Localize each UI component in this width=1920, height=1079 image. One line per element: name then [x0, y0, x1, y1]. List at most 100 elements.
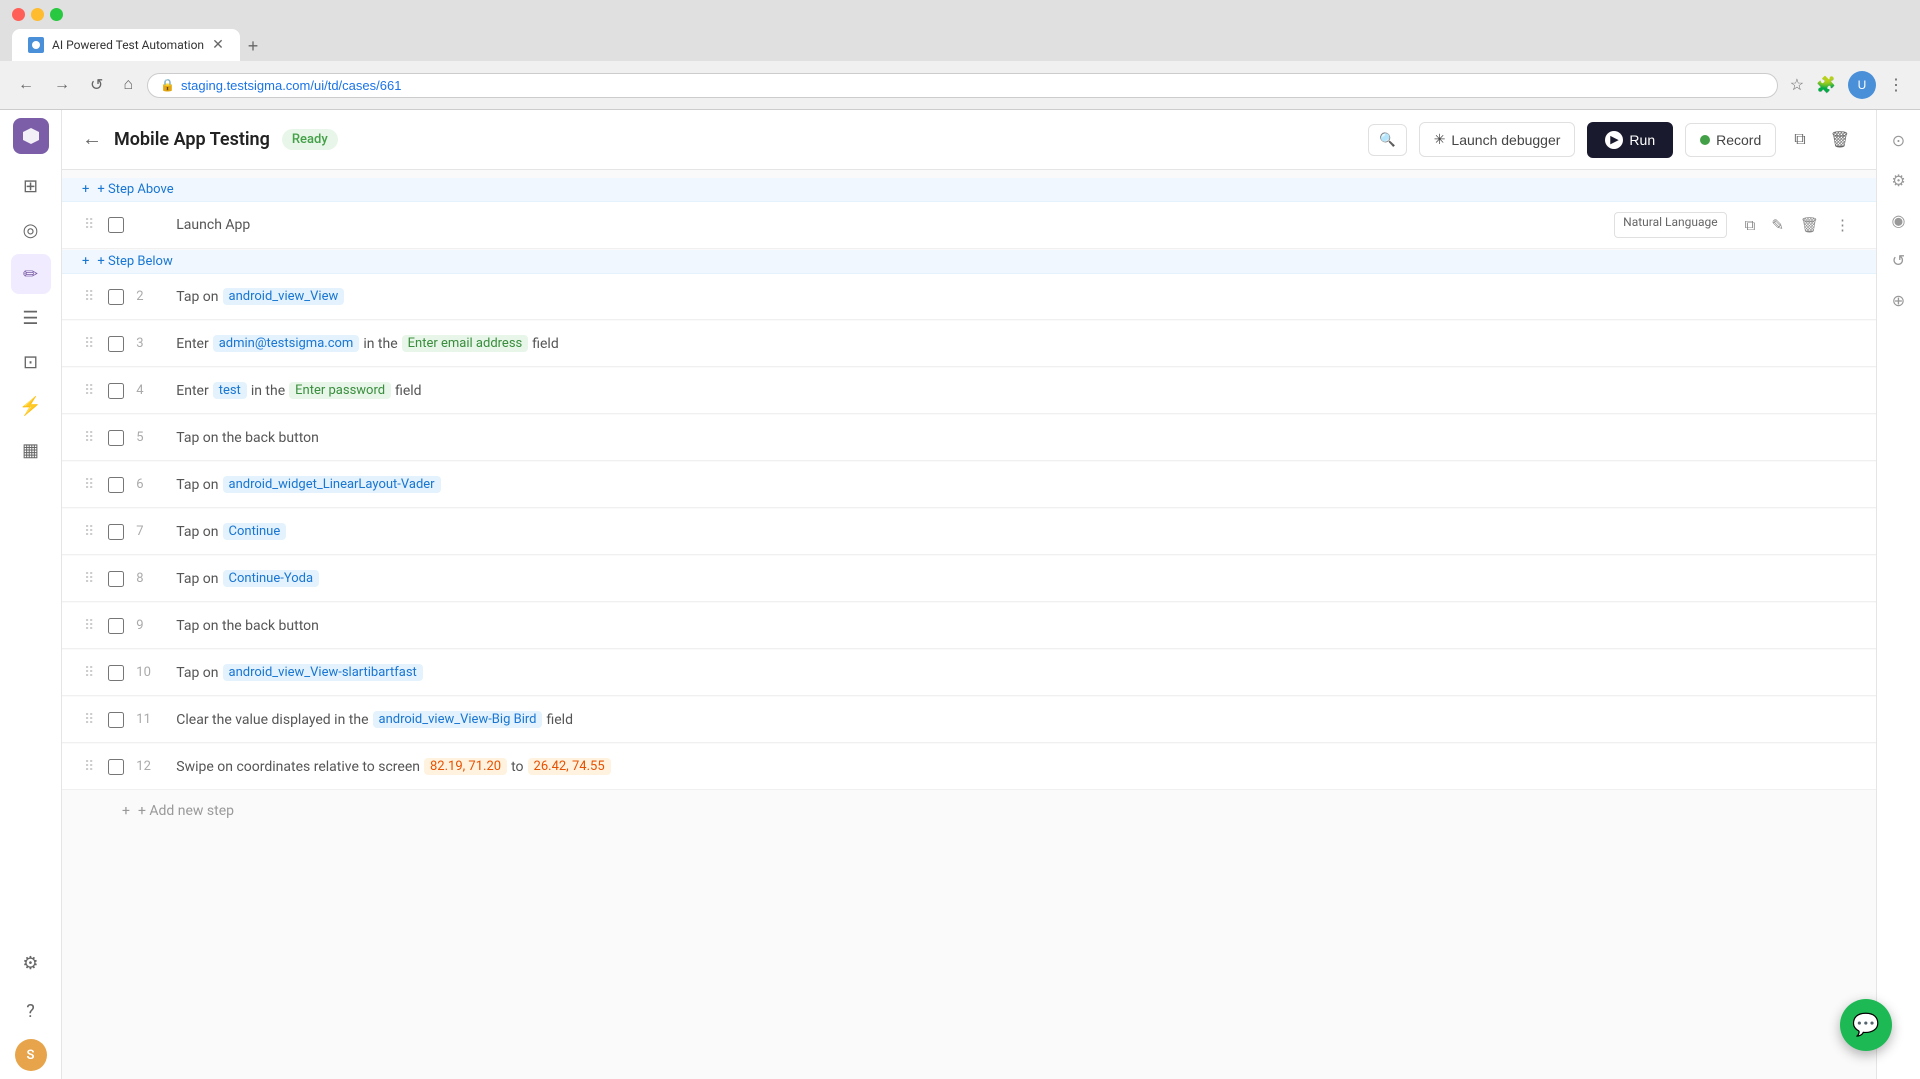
- page-title: Mobile App Testing: [114, 129, 270, 150]
- app-logo[interactable]: [13, 118, 49, 154]
- right-panel-btn-4[interactable]: ↺: [1881, 242, 1917, 278]
- step-checkbox[interactable]: [108, 383, 124, 399]
- minimize-button[interactable]: [31, 8, 44, 21]
- user-avatar-sidebar[interactable]: S: [15, 1039, 47, 1071]
- sidebar-item-lightning[interactable]: ⚡: [11, 386, 51, 426]
- step-checkbox[interactable]: [108, 477, 124, 493]
- step-checkbox[interactable]: [108, 618, 124, 634]
- step-text: Tap on the back button: [176, 430, 319, 446]
- trash-icon: 🗑: [1830, 132, 1850, 149]
- table-row: ⠿ 12 Swipe on coordinates relative to sc…: [62, 744, 1876, 790]
- extension-icon[interactable]: 🧩: [1812, 67, 1840, 103]
- step-more-button[interactable]: ⋮: [1829, 212, 1856, 238]
- launch-debugger-button[interactable]: ✳ Launch debugger: [1419, 122, 1576, 157]
- explore-icon: ◎: [23, 220, 39, 241]
- step-number: 10: [136, 665, 164, 680]
- sidebar-item-chart[interactable]: ▦: [11, 430, 51, 470]
- right-panel-btn-1[interactable]: ⊙: [1881, 122, 1917, 158]
- step-text: Tap on the back button: [176, 618, 319, 634]
- drag-handle-icon[interactable]: ⠿: [82, 710, 96, 730]
- run-button[interactable]: ▶ Run: [1587, 122, 1673, 158]
- step-content: Tap on android_widget_LinearLayout-Vader: [176, 476, 1856, 493]
- profile-icon[interactable]: U: [1844, 67, 1880, 103]
- step-copy-button[interactable]: ⧉: [1739, 212, 1762, 238]
- right-panel-btn-5[interactable]: ⊕: [1881, 282, 1917, 318]
- address-bar[interactable]: 🔒: [147, 73, 1778, 98]
- drag-handle-icon[interactable]: ⠿: [82, 334, 96, 354]
- add-step-row[interactable]: + + Add new step: [62, 791, 1876, 831]
- home-button[interactable]: ⌂: [117, 72, 139, 98]
- step-below-insert[interactable]: + + Step Below: [62, 250, 1876, 274]
- right-panel: ⊙ ⚙ ◉ ↺ ⊕: [1876, 110, 1920, 1079]
- step-content: Tap on android_view_View-slartibartfast: [176, 664, 1856, 681]
- drag-handle-icon[interactable]: ⠿: [82, 287, 96, 307]
- step-checkbox[interactable]: [108, 289, 124, 305]
- step-field-ref: Enter email address: [402, 335, 529, 352]
- record-button[interactable]: Record: [1685, 123, 1776, 157]
- step-element-ref: test: [213, 382, 247, 399]
- reload-button[interactable]: ↺: [84, 71, 109, 99]
- close-button[interactable]: [12, 8, 25, 21]
- sidebar-item-settings[interactable]: ⚙: [11, 943, 51, 983]
- plus-below-icon: +: [82, 254, 89, 269]
- delete-header-button[interactable]: 🗑: [1824, 124, 1856, 156]
- table-row: ⠿ 8 Tap on Continue-Yoda: [62, 556, 1876, 602]
- step-checkbox[interactable]: [108, 217, 124, 233]
- right-panel-btn-3[interactable]: ◉: [1881, 202, 1917, 238]
- chat-fab-button[interactable]: 💬: [1840, 999, 1892, 1051]
- drag-handle-icon[interactable]: ⠿: [82, 215, 96, 235]
- step-checkbox[interactable]: [108, 430, 124, 446]
- sidebar-item-help[interactable]: ?: [11, 991, 51, 1031]
- step-element-ref: android_view_View-slartibartfast: [223, 664, 423, 681]
- status-badge: Ready: [282, 129, 338, 150]
- step-checkbox[interactable]: [108, 571, 124, 587]
- copy-icon-button[interactable]: ⧉: [1788, 125, 1811, 155]
- drag-handle-icon[interactable]: ⠿: [82, 428, 96, 448]
- step-element-ref: Continue-Yoda: [223, 570, 320, 587]
- step-checkbox[interactable]: [108, 759, 124, 775]
- copy-icon: ⧉: [1794, 131, 1805, 148]
- help-icon: ?: [26, 1001, 35, 1022]
- back-button[interactable]: ←: [82, 128, 102, 151]
- step-edit-button[interactable]: ✎: [1765, 212, 1790, 238]
- menu-icon[interactable]: ⋮: [1884, 67, 1908, 103]
- tab-close-icon[interactable]: ✕: [212, 37, 224, 53]
- sidebar-item-dashboard[interactable]: ⊞: [11, 166, 51, 206]
- browser-tabs: AI Powered Test Automation ✕ +: [0, 29, 1920, 61]
- maximize-button[interactable]: [50, 8, 63, 21]
- sidebar-item-blocks[interactable]: ⊡: [11, 342, 51, 382]
- bookmark-icon[interactable]: ☆: [1786, 67, 1808, 103]
- page-header: ← Mobile App Testing Ready 🔍 ✳ Launch de…: [62, 110, 1876, 170]
- run-label: Run: [1629, 132, 1655, 148]
- step-delete-button[interactable]: 🗑: [1794, 212, 1825, 238]
- step-checkbox[interactable]: [108, 665, 124, 681]
- drag-handle-icon[interactable]: ⠿: [82, 569, 96, 589]
- step-above-insert[interactable]: + + Step Above: [62, 178, 1876, 202]
- table-row: ⠿ 6 Tap on android_widget_LinearLayout-V…: [62, 462, 1876, 508]
- drag-handle-icon[interactable]: ⠿: [82, 522, 96, 542]
- drag-handle-icon[interactable]: ⠿: [82, 475, 96, 495]
- sidebar-item-editor[interactable]: ✏: [11, 254, 51, 294]
- table-row: ⠿ 4 Enter test in the Enter password fie…: [62, 368, 1876, 414]
- step-checkbox[interactable]: [108, 712, 124, 728]
- new-tab-button[interactable]: +: [240, 32, 267, 61]
- steps-area[interactable]: + + Step Above ⠿ Launch App Natural Lang…: [62, 170, 1876, 1079]
- sidebar-item-list[interactable]: ☰: [11, 298, 51, 338]
- table-row: ⠿ 2 Tap on android_view_View: [62, 274, 1876, 320]
- address-input[interactable]: [181, 78, 1765, 93]
- search-button[interactable]: 🔍: [1368, 124, 1407, 156]
- right-panel-btn-2[interactable]: ⚙: [1881, 162, 1917, 198]
- drag-handle-icon[interactable]: ⠿: [82, 663, 96, 683]
- tab-favicon: [28, 37, 44, 53]
- step-checkbox[interactable]: [108, 524, 124, 540]
- back-nav-button[interactable]: ←: [12, 72, 40, 98]
- sidebar-item-explore[interactable]: ◎: [11, 210, 51, 250]
- step-checkbox[interactable]: [108, 336, 124, 352]
- drag-handle-icon[interactable]: ⠿: [82, 757, 96, 777]
- step-content: Tap on the back button: [176, 430, 1856, 446]
- forward-nav-button[interactable]: →: [48, 72, 76, 98]
- active-tab[interactable]: AI Powered Test Automation ✕: [12, 29, 240, 61]
- drag-handle-icon[interactable]: ⠿: [82, 381, 96, 401]
- drag-handle-icon[interactable]: ⠿: [82, 616, 96, 636]
- step-keyword3: field: [532, 336, 558, 352]
